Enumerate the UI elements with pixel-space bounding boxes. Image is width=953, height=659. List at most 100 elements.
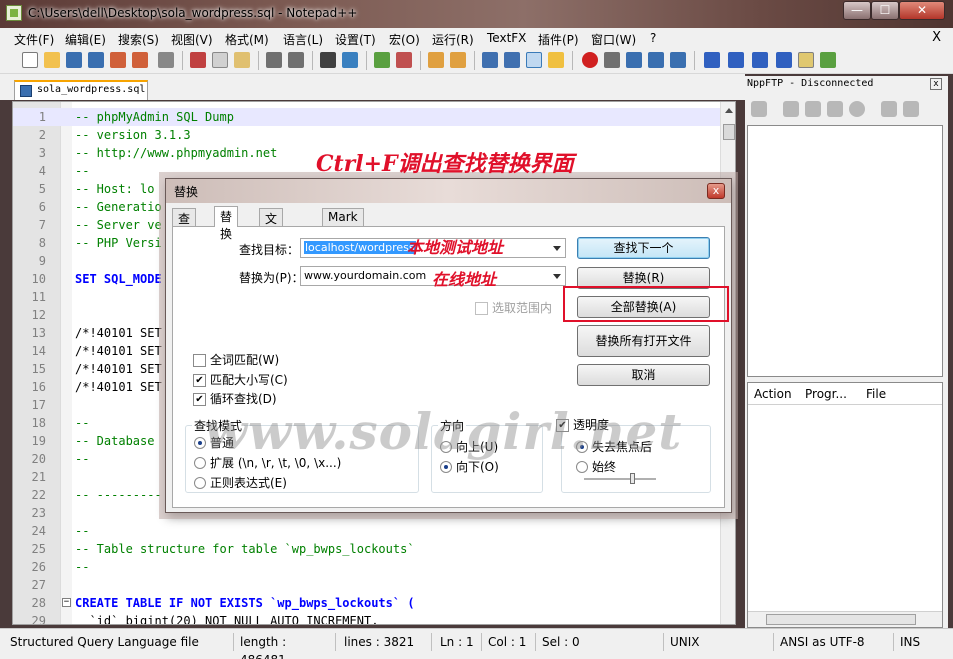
menu-textfx[interactable]: TextFX [487,31,526,45]
cut-icon[interactable] [190,52,206,68]
download-icon[interactable] [783,101,799,117]
menu-edit[interactable]: 编辑(E) [65,31,106,48]
scrollbar-thumb[interactable] [766,614,916,625]
nppftp-file-tree[interactable] [747,125,943,377]
nppftp-queue[interactable]: Action Progr... File [747,382,943,628]
line-number: 7 [38,218,46,232]
minimize-button[interactable]: — [843,1,871,20]
match-case-checkbox[interactable]: ✔ 匹配大小写(C) [193,373,288,387]
menu-help[interactable]: ? [650,31,656,45]
in-selection-checkbox[interactable]: 选取范围内 [475,301,552,315]
save-icon[interactable] [66,52,82,68]
dialog-close-button[interactable]: x [707,183,725,199]
new-file-icon[interactable] [22,52,38,68]
sort-icon[interactable] [704,52,720,68]
close-all-icon[interactable] [132,52,148,68]
close-document-button[interactable]: X [932,30,941,45]
connect-icon[interactable] [751,101,767,117]
menu-view[interactable]: 视图(V) [171,31,213,48]
indent-guide-icon[interactable] [526,52,542,68]
ftp-panel-icon[interactable] [798,52,814,68]
editor-line[interactable]: 29 `id` bigint(20) NOT NULL AUTO_INCREME… [13,612,721,624]
tab-find[interactable]: 查找 [172,208,197,243]
tab-find-in-files[interactable]: 文件查找 [259,208,284,277]
fold-toggle-icon[interactable]: − [62,598,71,607]
save-all-icon[interactable] [88,52,104,68]
column-file[interactable]: File [866,387,886,401]
zoom-in-icon[interactable] [374,52,390,68]
sync-scroll-v-icon[interactable] [428,52,444,68]
scroll-up-icon[interactable] [725,108,733,113]
undo-icon[interactable] [266,52,282,68]
menu-file[interactable]: 文件(F) [14,31,54,48]
run-macro-multiple-icon[interactable] [648,52,664,68]
toolbar-separator [312,51,313,70]
cancel-button[interactable]: 取消 [577,364,710,386]
settings-gear-icon[interactable] [881,101,897,117]
chevron-down-icon[interactable] [549,239,565,257]
doc-map-icon[interactable] [548,52,564,68]
tab-label: sola_wordpress.sql [37,84,146,95]
tab-sola-wordpress[interactable]: sola_wordpress.sql [14,80,148,100]
arrow-down-icon[interactable] [752,52,768,68]
code-text: -- [75,524,90,538]
replace-all-open-docs-button[interactable]: 替换所有打开文件 [577,325,710,357]
redo-icon[interactable] [288,52,304,68]
refresh-icon[interactable] [827,101,843,117]
editor-line[interactable]: 28 CREATE TABLE IF NOT EXISTS `wp_bwps_lo… [13,594,721,612]
stop-macro-icon[interactable] [604,52,620,68]
save-macro-icon[interactable] [670,52,686,68]
menu-macro[interactable]: 宏(O) [389,31,420,48]
play-macro-icon[interactable] [626,52,642,68]
sync-scroll-h-icon[interactable] [450,52,466,68]
close-icon[interactable] [110,52,126,68]
slider-knob[interactable] [630,473,635,484]
column-progress[interactable]: Progr... [805,387,847,401]
scrollbar-thumb[interactable] [723,124,735,140]
open-file-icon[interactable] [44,52,60,68]
toolbar [0,48,953,74]
editor-line[interactable]: 1 -- phpMyAdmin SQL Dump [13,108,721,126]
abort-icon[interactable] [849,101,865,117]
replace-icon[interactable] [342,52,358,68]
column-action[interactable]: Action [754,387,792,401]
editor-line[interactable]: 24 -- [13,522,721,540]
tab-replace[interactable]: 替换 [214,206,239,241]
chevron-down-icon[interactable] [549,267,565,285]
tab-mark[interactable]: Mark [322,208,364,227]
copy-icon[interactable] [212,52,228,68]
maximize-button[interactable]: ☐ [871,1,899,20]
spellcheck-icon[interactable] [820,52,836,68]
menu-language[interactable]: 语言(L) [283,31,323,48]
find-next-button[interactable]: 查找下一个 [577,237,710,259]
find-icon[interactable] [320,52,336,68]
menu-format[interactable]: 格式(M) [225,31,269,48]
queue-horizontal-scrollbar[interactable] [748,611,942,627]
editor-line[interactable]: 25 -- Table structure for table `wp_bwps_… [13,540,721,558]
mode-regex-radio[interactable]: 正则表达式(E) [194,476,287,490]
menu-run[interactable]: 运行(R) [432,31,474,48]
whole-word-checkbox[interactable]: 全词匹配(W) [193,353,279,367]
record-macro-icon[interactable] [582,52,598,68]
menu-settings[interactable]: 设置(T) [335,31,376,48]
close-window-button[interactable]: ✕ [899,1,945,20]
word-wrap-icon[interactable] [482,52,498,68]
show-all-chars-icon[interactable] [504,52,520,68]
nppftp-close-button[interactable]: x [930,78,942,90]
editor-line[interactable]: 27 [13,576,721,594]
arrow-up-icon[interactable] [728,52,744,68]
upload-icon[interactable] [805,101,821,117]
transparency-always-radio[interactable]: 始终 [576,460,616,474]
transparency-slider[interactable] [584,473,656,484]
zoom-out-icon[interactable] [396,52,412,68]
paste-icon[interactable] [234,52,250,68]
editor-line[interactable]: 26 -- [13,558,721,576]
message-window-icon[interactable] [903,101,919,117]
print-icon[interactable] [158,52,174,68]
menu-search[interactable]: 搜索(S) [118,31,159,48]
align-icon[interactable] [776,52,792,68]
menu-window[interactable]: 窗口(W) [591,31,636,48]
editor-line[interactable]: 2 -- version 3.1.3 [13,126,721,144]
menu-plugins[interactable]: 插件(P) [538,31,579,48]
direction-down-radio[interactable]: 向下(O) [440,460,499,474]
